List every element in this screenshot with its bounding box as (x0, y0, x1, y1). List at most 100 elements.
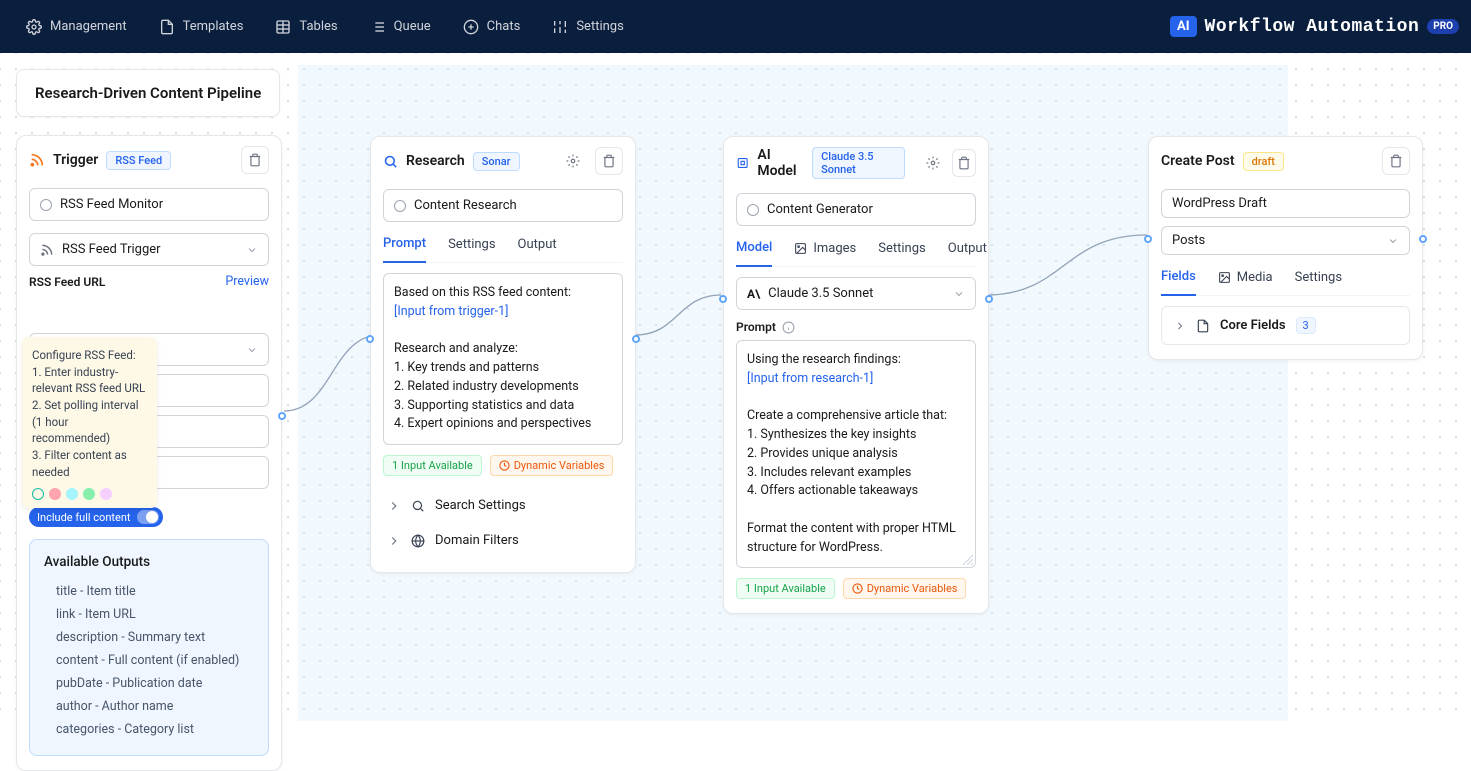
table-icon (275, 19, 291, 35)
help-line: 1. Enter industry-relevant RSS feed URL (32, 364, 147, 397)
tabs: Model Images Settings Output (736, 240, 976, 267)
node-badge: RSS Feed (106, 151, 171, 170)
chevron-right-icon (387, 534, 401, 548)
delete-button[interactable] (241, 146, 269, 174)
url-label: RSS Feed URL (29, 275, 105, 289)
nav-label: Management (50, 19, 127, 34)
name-value: Content Research (414, 198, 517, 213)
top-bar: Management Templates Tables Queue Chats … (0, 0, 1471, 53)
info-icon (782, 321, 795, 334)
prompt-line: 4. Offers actionable takeaways (747, 483, 918, 498)
tab-output[interactable]: Output (518, 236, 557, 262)
tabs: Prompt Settings Output (383, 236, 623, 263)
prompt-token: [Input from trigger-1] (394, 304, 508, 319)
trash-icon (602, 154, 616, 168)
node-createpost[interactable]: Create Post draft WordPress Draft Posts … (1148, 136, 1423, 360)
output-port[interactable] (632, 335, 640, 343)
settings-button[interactable] (921, 149, 944, 177)
nav-management[interactable]: Management (12, 11, 141, 43)
color-dot[interactable] (32, 488, 44, 500)
canvas[interactable]: Research-Driven Content Pipeline Trigger… (0, 53, 1471, 721)
nav-label: Chats (487, 19, 521, 34)
name-value: Content Generator (767, 202, 873, 217)
tab-fields[interactable]: Fields (1161, 269, 1196, 296)
brand-badge: AI (1170, 16, 1197, 37)
output-line: title - Item title (44, 580, 254, 603)
color-picker[interactable] (32, 488, 147, 500)
nav-queue[interactable]: Queue (356, 11, 445, 43)
input-port[interactable] (719, 295, 727, 303)
tab-output[interactable]: Output (948, 240, 987, 266)
nav-templates[interactable]: Templates (145, 11, 258, 43)
node-badge: Claude 3.5 Sonnet (812, 147, 905, 179)
node-title: Research (406, 153, 465, 169)
name-input[interactable]: WordPress Draft (1161, 189, 1410, 218)
tab-prompt[interactable]: Prompt (383, 236, 426, 263)
core-fields-row[interactable]: Core Fields 3 (1161, 306, 1410, 345)
color-dot[interactable] (83, 488, 95, 500)
nav-label: Templates (183, 19, 244, 34)
full-content-toggle[interactable]: Include full content (29, 507, 163, 527)
delete-button[interactable] (952, 149, 976, 177)
search-settings-collapse[interactable]: Search Settings (383, 488, 623, 523)
nav-label: Settings (576, 19, 623, 34)
tab-settings[interactable]: Settings (1295, 269, 1342, 295)
brand-text: Workflow Automation (1205, 17, 1420, 37)
prompt-line: Research and analyze: (394, 341, 518, 356)
nav-settings[interactable]: Settings (538, 11, 637, 43)
gear-icon (26, 19, 42, 35)
input-port[interactable] (1144, 235, 1152, 243)
node-aimodel[interactable]: AI Model Claude 3.5 Sonnet Content Gener… (723, 136, 989, 614)
name-input[interactable]: Content Research (383, 189, 623, 222)
resize-handle-icon[interactable] (963, 555, 973, 565)
trigger-select[interactable]: RSS Feed Trigger (29, 233, 269, 266)
node-title: Create Post (1161, 153, 1235, 169)
input-available-pill: 1 Input Available (736, 578, 835, 599)
search-icon (411, 499, 425, 513)
nav-chats[interactable]: Chats (449, 11, 535, 43)
output-port[interactable] (985, 295, 993, 303)
chevron-right-icon (387, 499, 401, 513)
color-dot[interactable] (66, 488, 78, 500)
tab-settings[interactable]: Settings (878, 240, 925, 266)
prompt-line: Using the research findings: (747, 352, 901, 367)
workflow-title: Research-Driven Content Pipeline (16, 69, 280, 117)
name-input[interactable]: Content Generator (736, 193, 976, 226)
tab-settings[interactable]: Settings (448, 236, 495, 262)
rss-icon (40, 243, 54, 257)
radio-icon (394, 200, 406, 212)
prompt-token: [Input from research-1] (747, 371, 873, 386)
file-icon (1196, 319, 1210, 333)
input-port[interactable] (366, 335, 374, 343)
color-dot[interactable] (100, 488, 112, 500)
domain-filters-collapse[interactable]: Domain Filters (383, 523, 623, 558)
trash-icon (248, 153, 262, 167)
nav-tables[interactable]: Tables (261, 11, 351, 43)
delete-button[interactable] (1382, 147, 1410, 175)
collapse-label: Search Settings (435, 498, 526, 513)
output-port[interactable] (278, 412, 286, 420)
prompt-textarea[interactable]: Using the research findings: [Input from… (736, 340, 976, 568)
chevron-down-icon (246, 244, 258, 256)
prompt-textarea[interactable]: Based on this RSS feed content: [Input f… (383, 273, 623, 445)
output-port[interactable] (1419, 235, 1427, 243)
tab-images[interactable]: Images (794, 240, 856, 266)
settings-button[interactable] (559, 147, 587, 175)
model-select[interactable]: A\Claude 3.5 Sonnet (736, 277, 976, 310)
preview-link[interactable]: Preview (225, 274, 269, 289)
color-dot[interactable] (49, 488, 61, 500)
gear-icon (566, 154, 580, 168)
tab-model[interactable]: Model (736, 240, 772, 267)
toggle-label: Include full content (37, 511, 131, 524)
model-value: Claude 3.5 Sonnet (768, 286, 873, 301)
prompt-line: Based on this RSS feed content: (394, 285, 571, 300)
delete-button[interactable] (595, 147, 623, 175)
tab-media[interactable]: Media (1218, 269, 1273, 295)
node-title: AI Model (757, 147, 804, 179)
pro-badge: PRO (1427, 19, 1459, 34)
image-icon (794, 242, 807, 255)
type-select[interactable]: Posts (1161, 226, 1410, 255)
chevron-down-icon (953, 288, 965, 300)
node-research[interactable]: Research Sonar Content Research Prompt S… (370, 136, 636, 573)
monitor-input[interactable]: RSS Feed Monitor (29, 188, 269, 221)
